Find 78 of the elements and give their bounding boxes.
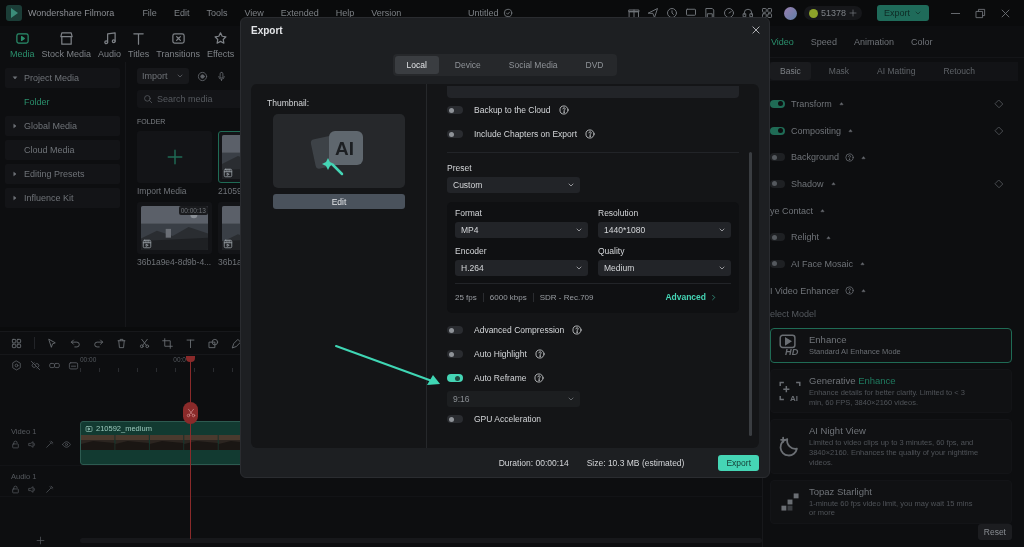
import-dropdown[interactable]: Import [137,68,189,84]
property-label: AI Face Mosaic [791,258,854,269]
menu-item[interactable]: Version [371,8,402,18]
option-label: Auto Reframe [474,373,527,383]
property-label: Relight [791,232,819,243]
property-label: Transform [791,98,832,109]
media-tab[interactable]: Stock Media [39,31,94,59]
option-label: Backup to the Cloud [474,105,551,115]
export-button[interactable]: Export [718,454,759,471]
preset-dropdown[interactable]: Custom [447,177,580,193]
field-label: Format [455,208,483,218]
media-tab[interactable]: Media [8,31,37,59]
field-label: Encoder [455,246,488,256]
dropdown[interactable]: H.264 [455,260,588,276]
sub-tab[interactable]: AI Matting [867,62,926,81]
media-tab[interactable]: Titles [126,31,152,59]
media-tab[interactable]: Audio [96,31,124,59]
app-name: Wondershare Filmora [28,8,115,18]
property-label: Compositing [791,125,842,136]
panel-tab[interactable]: Animation [853,36,894,47]
option-label: Include Chapters on Export [474,129,577,139]
menu-item[interactable]: Extended [280,8,319,18]
option-label: Auto Highlight [474,349,527,359]
tab[interactable]: Social Media [496,56,570,74]
model-title: AI Night View [809,425,867,437]
field-label: Resolution [598,208,640,218]
edit-button[interactable]: Edit [273,194,405,209]
document-title: Untitled [468,8,499,18]
menu-item[interactable]: File [142,8,157,18]
thumbnail-text: AI [335,138,354,159]
sidebar-item[interactable]: Global Media [5,116,120,136]
summary-text: 25 fps [455,292,478,302]
property-label: ye Contact [770,205,814,216]
tile-label: 36b1a9e4-8d9b-4... [137,257,212,267]
sidebar-item[interactable]: Influence Kit [5,188,120,208]
property-label: I Video Enhancer [770,285,839,296]
duration-text: Duration: 00:00:14 [498,457,569,468]
dropdown[interactable]: Medium [598,260,731,276]
media-tab[interactable]: Effects [204,31,237,59]
size-text: Size: 10.3 MB (estimated) [586,457,685,468]
sidebar-item[interactable]: Project Media [5,68,120,88]
dialog-title: Export [251,24,283,36]
menu-item[interactable]: Help [335,8,355,18]
sub-tab[interactable]: Retouch [933,62,986,81]
panel-tab[interactable]: Video [771,36,794,47]
media-tab[interactable]: Transitions [154,31,202,59]
thumbnail-label: Thumbnail: [267,98,311,108]
summary-text: SDR - Rec.709 [532,292,600,302]
sub-tab[interactable]: Basic [770,62,811,81]
option-label: Advanced Compression [474,325,565,335]
sub-tab[interactable]: Mask [818,62,860,81]
property-label: Shadow [791,178,824,189]
model-title: Enhance [809,334,848,345]
model-title: Topaz Starlight [809,485,873,497]
tab[interactable]: Device [442,56,493,74]
tab[interactable]: Local [394,56,439,74]
dropdown[interactable]: MP4 [455,222,588,238]
credits-pill[interactable]: 51378 [804,6,863,20]
field-label: Preset [447,163,473,173]
property-label: Background [791,152,840,163]
tile-label: Import Media [137,186,188,196]
dropdown[interactable]: 1440*1080 [598,222,731,238]
section-label: elect Model [770,309,817,319]
menu-item[interactable]: View [244,8,264,18]
panel-tab[interactable]: Speed [810,36,837,47]
advanced-link[interactable]: Advanced [665,292,717,302]
sidebar-item[interactable]: Editing Presets [5,164,120,184]
model-title: Generative Enhance [809,374,897,386]
sidebar-item[interactable]: Folder [5,92,120,112]
menu-item[interactable]: Tools [206,8,228,18]
tab[interactable]: DVD [573,56,616,74]
sidebar-item[interactable]: Cloud Media [5,140,120,160]
summary-text: 6000 kbps [482,292,533,302]
menu-item[interactable]: Edit [173,8,190,18]
reset-button[interactable]: Reset [977,524,1012,540]
panel-tab[interactable]: Color [910,36,933,47]
option-label: GPU Acceleration [474,414,542,424]
field-label: Quality [598,246,626,256]
